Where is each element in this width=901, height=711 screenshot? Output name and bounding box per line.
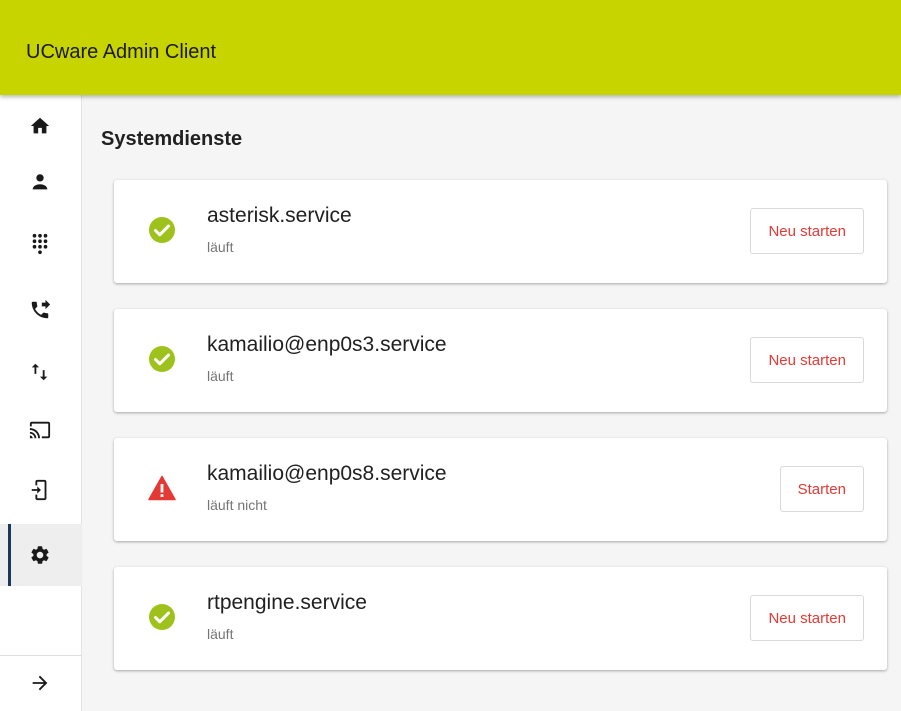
swap-vert-icon [31,363,48,381]
service-status: läuft [207,368,234,384]
phone-forward-icon [31,299,51,319]
main-content: Systemdienste asterisk.service läuft Neu… [82,95,901,711]
page-title: Systemdienste [101,128,243,150]
app-header: UCware Admin Client [0,0,901,95]
sidebar-item-dialpad[interactable] [0,213,82,275]
app-window: UCware Admin Client Systemdienste asteri… [0,0,901,711]
sidebar-item-home[interactable] [0,95,82,157]
service-name: rtpengine.service [207,591,367,614]
service-card: kamailio@enp0s8.service läuft nicht Star… [114,438,887,541]
sidebar-item-routing[interactable] [0,341,82,403]
service-status: läuft [207,626,234,642]
sidebar-item-devices[interactable] [0,459,82,521]
sidebar [0,95,82,711]
service-name: asterisk.service [207,204,352,227]
service-card: kamailio@enp0s3.service läuft Neu starte… [114,309,887,412]
restart-button[interactable]: Neu starten [750,337,864,383]
sidebar-item-settings[interactable] [0,524,82,586]
gear-icon [31,546,49,564]
status-ok-icon [148,216,176,244]
status-ok-icon [148,603,176,631]
warning-icon [148,474,176,502]
sidebar-item-provisioning[interactable] [0,399,82,461]
service-card: asterisk.service läuft Neu starten [114,180,887,283]
start-button[interactable]: Starten [779,466,864,512]
restart-button[interactable]: Neu starten [750,595,864,641]
service-status: läuft [207,239,234,255]
status-ok-icon [148,345,176,373]
cast-icon [29,421,51,439]
device-login-icon [31,479,47,501]
arrow-right-icon [32,675,48,691]
person-icon [32,174,48,190]
sidebar-item-call-forwarding[interactable] [0,279,82,341]
dialpad-icon [32,233,48,255]
service-card: rtpengine.service läuft Neu starten [114,567,887,670]
home-icon [30,117,50,134]
service-status: läuft nicht [207,497,267,513]
sidebar-collapse-toggle[interactable] [0,655,82,711]
service-name: kamailio@enp0s3.service [207,333,447,356]
service-name: kamailio@enp0s8.service [207,462,447,485]
app-title: UCware Admin Client [26,41,217,63]
sidebar-item-users[interactable] [0,151,82,213]
restart-button[interactable]: Neu starten [750,208,864,254]
